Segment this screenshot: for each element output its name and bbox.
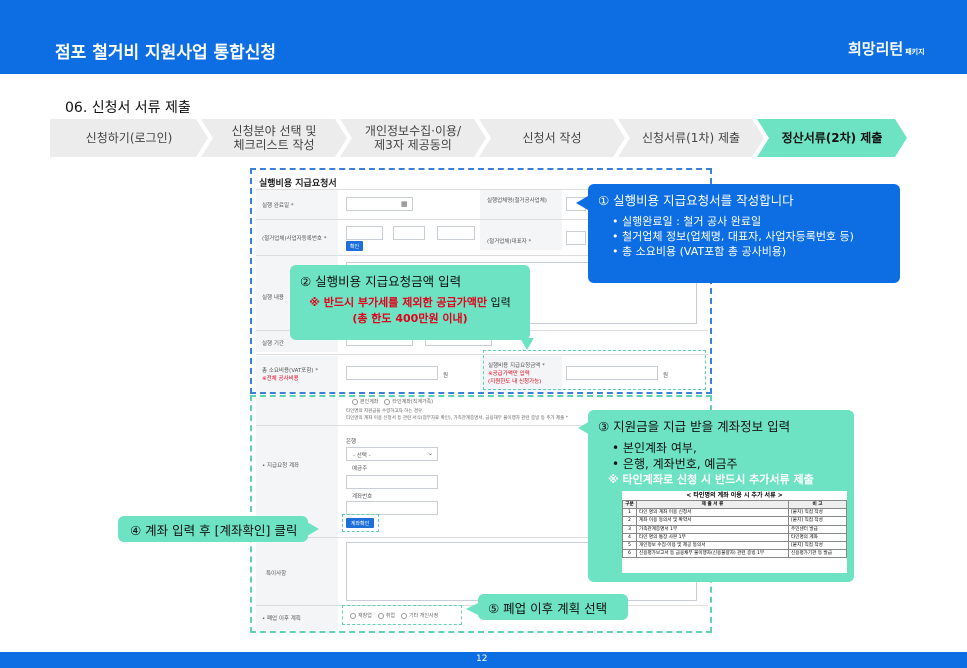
table-cell: 개인정보 수집·이용 및 제공 동의서 [636,540,789,551]
table-cell: 주민센터 발급 [788,524,847,534]
table-cell: 3 [622,524,637,534]
callout-1-heading: ① 실행비용 지급요청서를 작성합니다 [598,193,794,208]
table-row: 2 계좌 이용 동의서 및 확약서 [붙지] 직접 작성 [622,516,847,526]
callout-4: ④ 계좌 입력 후 [계좌확인] 클릭 [118,516,308,542]
page-number: 12 [476,654,488,664]
table-row: 1 타인 명의 계좌 이용 신청서 [붙지] 직접 작성 [622,508,847,518]
table-cell: 2 [622,516,637,526]
bullet-text: 실행완료일 : 철거 공사 완료일 [622,215,762,228]
step-line: 제3자 제공동의 [374,138,452,152]
callout-1-bullet: • 총 소요비용 (VAT포함 총 공사비용) [612,245,787,258]
table-row: 5 개인정보 수집·이용 및 제공 동의서 [붙지] 직접 작성 [622,540,847,551]
callout-4-pointer [307,522,319,536]
table-row: 3 가족관계증명서 1부 주민센터 발급 [622,524,847,534]
table-title: < 타인명의 계좌 이용 시 추가 서류 > [686,492,783,499]
table-cell: 6 [622,549,637,559]
step-category: 신청분야 선택 및 체크리스트 작성 [201,119,347,157]
table-cell: 계좌 이용 동의서 및 확약서 [636,516,789,526]
note-prefix: ※ 반드시 [309,296,358,309]
extra-docs-table: < 타인명의 계좌 이용 시 추가 서류 > 구분 제 출 서 류 비 고 1타… [622,491,847,573]
bullet-text: 철거업체 정보(업체명, 대표자, 사업자등록번호 등) [622,230,854,243]
step-line: 체크리스트 작성 [233,138,315,152]
callout-2-limit: (총 한도 400만원 이내) [352,312,468,325]
step-line: 개인정보수집·이용/ [364,124,462,138]
header-bar: 점포 철거비 지원사업 통합신청 희망리턴 패키지 [0,0,967,74]
step-label: 신청서 작성 [522,131,582,145]
table-cell: 가족관계증명서 1부 [636,524,789,534]
step-label: 개인정보수집·이용/제3자 제공동의 [365,124,461,152]
step-login: 신청하기(로그인) [50,119,208,157]
table-cell: 4 [622,532,637,542]
callout-3-note: ※ 타인계좌로 신청 시 반드시 추가서류 제출 [608,473,814,486]
table-cell: [붙지] 직접 작성 [788,540,847,551]
logo-sub: 패키지 [905,48,925,56]
table-row: 4 타인 명의 통장 사본 1부 타인명의 계좌 [622,532,847,542]
callout-2-pointer [520,338,534,350]
step-progress: 신청하기(로그인) 신청분야 선택 및 체크리스트 작성 개인정보수집·이용/제3… [50,119,910,157]
table-body: 1 타인 명의 계좌 이용 신청서 [붙지] 직접 작성 2 계좌 이용 동의서 및 확… [622,508,847,559]
callout-3-heading: ③ 지원금을 지급 받을 계좌정보 입력 [598,419,791,434]
step-application: 신청서 작성 [479,119,625,157]
table-header: 구분 [622,499,637,510]
callout-3-bullet: • 본인계좌 여부, [612,441,697,455]
note-red: 부가세를 제외한 공급가액만 [357,296,488,309]
docs-table: 구분 제 출 서 류 비 고 1 타인 명의 계좌 이용 신청서 [붙지] 직접 작… [622,499,847,559]
callout-5-pointer [466,603,478,615]
table-header: 비 고 [788,499,847,510]
table-cell: 타인명의 계좌 [788,532,847,542]
table-cell: 타인 명의 통장 사본 1부 [636,532,789,542]
section-title: 06. 신청서 서류 제출 [65,100,191,116]
callout-3-pointer [578,421,590,435]
step-label: 신청하기(로그인) [85,131,173,145]
table-cell: 신용평가기관 등 발급 [788,549,847,559]
page: 점포 철거비 지원사업 통합신청 희망리턴 패키지 06. 신청서 서류 제출 신… [0,0,967,668]
step-docs-1: 신청서류(1차) 제출 [618,119,764,157]
note-suffix: 입력 [487,296,511,309]
step-label: 정산서류(2차) 제출 [781,131,883,145]
callout-2-note: ※ 반드시 부가세를 제외한 공급가액만 입력 [300,295,520,311]
page-title: 점포 철거비 지원사업 통합신청 [55,43,277,63]
callout-1-bullet: • 실행완료일 : 철거 공사 완료일 [612,215,762,228]
table-cell: 5 [622,540,637,551]
callout-3-bullet: • 은행, 계좌번호, 예금주 [612,457,738,471]
table-cell: 신용평가보고서 등 금융채무 불이행자(신용불량자) 관련 증빙 1부 [636,549,789,559]
callout-2: ② 실행비용 지급요청금액 입력 ※ 반드시 부가세를 제외한 공급가액만 입력… [290,265,530,340]
step-line: 신청분야 선택 및 [231,124,317,138]
callout-1-bullet: • 철거업체 정보(업체명, 대표자, 사업자등록번호 등) [612,230,854,243]
step-label: 신청분야 선택 및 체크리스트 작성 [232,124,317,152]
bullet-text: 본인계좌 여부, [622,441,697,455]
table-row: 6 신용평가보고서 등 금융채무 불이행자(신용불량자) 관련 증빙 1부 신용평가… [622,549,847,559]
table-cell: [붙지] 직접 작성 [788,508,847,518]
bullet-text: 은행, 계좌번호, 예금주 [622,457,738,471]
callout-1-pointer [576,196,588,210]
table-cell: [붙지] 직접 작성 [788,516,847,526]
brand-logo: 희망리턴 패키지 [848,38,925,59]
callout-1: ① 실행비용 지급요청서를 작성합니다 • 실행완료일 : 철거 공사 완료일 … [588,184,900,283]
step-consent: 개인정보수집·이용/제3자 제공동의 [340,119,486,157]
step-docs-2: 정산서류(2차) 제출 [757,119,907,157]
callout-2-heading: ② 실행비용 지급요청금액 입력 [300,274,462,289]
table-cell: 1 [622,508,637,518]
table-cell: 타인 명의 계좌 이용 신청서 [636,508,789,518]
logo-text: 희망리턴 [848,40,904,58]
callout-5: ⑤ 폐업 이후 계획 선택 [478,594,628,620]
table-header: 제 출 서 류 [636,499,789,510]
step-label: 신청서류(1차) 제출 [641,131,741,145]
bullet-text: 총 소요비용 (VAT포함 총 공사비용) [622,245,787,258]
